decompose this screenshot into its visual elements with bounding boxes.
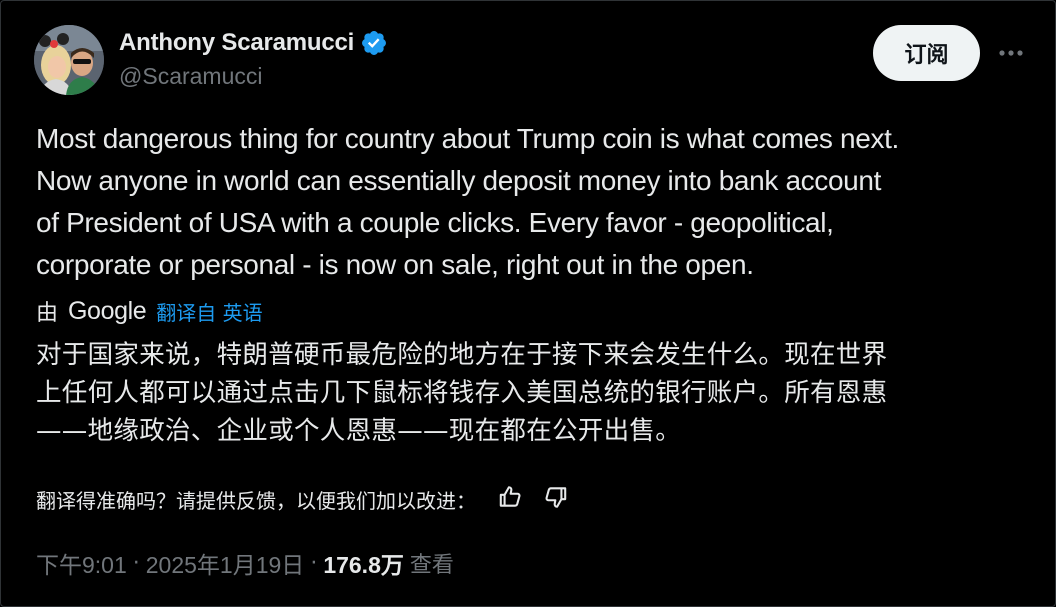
translation-attribution: 由 Google 翻译自 英语	[36, 294, 263, 328]
verified-badge-icon[interactable]	[360, 29, 388, 57]
thumbs-down-button[interactable]	[538, 482, 574, 516]
translation-by-label: 由	[36, 301, 59, 326]
subscribe-button[interactable]: 订阅	[873, 25, 980, 81]
tweet-date[interactable]: 2025年1月19日	[146, 546, 305, 580]
more-horizontal-icon	[998, 44, 1024, 62]
tweet-time[interactable]: 下午9:01	[36, 546, 127, 580]
translated-from-link[interactable]: 翻译自 英语	[156, 297, 262, 326]
meta-separator: ·	[310, 550, 318, 576]
thumbs-up-icon	[497, 484, 523, 514]
google-logo: Google	[68, 296, 147, 325]
avatar[interactable]	[34, 25, 104, 95]
tweet-text: Most dangerous thing for country about T…	[36, 123, 899, 280]
feedback-prompt: 翻译得准确吗？请提供反馈，以便我们加以改进：	[36, 488, 476, 513]
tweet-meta: 下午9:01 · 2025年1月19日 · 176.8万 查看	[36, 546, 454, 580]
views-label[interactable]: 查看	[410, 547, 454, 579]
author-handle[interactable]: @Scaramucci	[119, 63, 263, 90]
author-name-row[interactable]: Anthony Scaramucci	[119, 27, 388, 59]
views-count[interactable]: 176.8万	[323, 546, 404, 580]
thumbs-down-icon	[543, 484, 569, 514]
meta-separator: ·	[132, 550, 140, 576]
author-display-name[interactable]: Anthony Scaramucci	[119, 29, 354, 57]
translation-feedback: 翻译得准确吗？请提供反馈，以便我们加以改进：	[36, 482, 574, 516]
translated-text: 对于国家来说，特朗普硬币最危险的地方在于接下来会发生什么。现在世界 上任何人都可…	[36, 340, 888, 446]
thumbs-up-button[interactable]	[492, 482, 528, 516]
more-options-button[interactable]	[994, 36, 1028, 70]
